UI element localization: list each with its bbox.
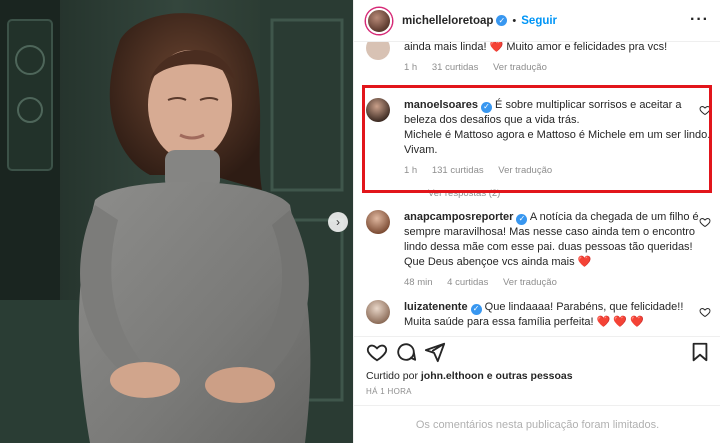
comment-time: 1 h: [404, 165, 418, 176]
comment-item: anapcamposreporter ✓ A notícia da chegada…: [366, 210, 711, 290]
commenter-username[interactable]: manoelsoares: [404, 99, 478, 111]
commenter-avatar[interactable]: [366, 98, 390, 122]
comment-meta: 48 min 4 curtidas Ver tradução: [404, 275, 712, 290]
translate-link[interactable]: Ver tradução: [503, 277, 557, 288]
more-horizontal-icon[interactable]: ···: [690, 12, 709, 28]
comment-time: 48 min: [404, 277, 433, 288]
translate-link[interactable]: Ver tradução: [493, 62, 547, 73]
likes-prefix: Curtido por: [366, 370, 421, 382]
commenter-avatar[interactable]: [366, 210, 390, 234]
share-icon[interactable]: [424, 341, 446, 363]
post-image: [0, 0, 353, 443]
chevron-right-icon: ›: [336, 215, 340, 229]
heart-emoji: ❤️: [577, 256, 592, 268]
comment-item: manoelsoares ✓ É sobre multiplicar sorris…: [366, 98, 712, 201]
post-header: michelleloretoap ✓ • Seguir ···: [354, 0, 720, 42]
comment-text: luizatenente ✓ Que lindaaaa! Parabéns, qu…: [404, 300, 712, 330]
carousel-next-button[interactable]: ›: [328, 212, 348, 232]
verified-badge-icon: ✓: [516, 213, 528, 225]
post-side-panel: michelleloretoap ✓ • Seguir ··· ainda ma…: [353, 0, 720, 443]
comments-limited-notice: Os comentários nesta publicação foram li…: [354, 405, 720, 443]
action-bar: [354, 336, 720, 366]
like-comment-heart-icon[interactable]: [699, 306, 711, 318]
post-timestamp: HÁ 1 HORA: [366, 387, 412, 396]
header-separator: •: [512, 14, 517, 27]
comments-list[interactable]: ainda mais linda! ❤️ Muito amor e felici…: [354, 42, 720, 336]
comment-time: 1 h: [404, 62, 418, 73]
heart-icon[interactable]: [366, 341, 388, 363]
comment-meta: 1 h 31 curtidas Ver tradução: [404, 60, 712, 75]
verified-badge-icon: ✓: [480, 101, 492, 113]
heart-emoji: ❤️ ❤️ ❤️: [596, 316, 644, 328]
comment-item: luizatenente ✓ Que lindaaaa! Parabéns, qu…: [366, 300, 711, 336]
likes-summary: Curtido por john.elthoon e outras pessoa…: [366, 370, 573, 382]
like-comment-heart-icon[interactable]: [699, 216, 711, 228]
comment-text: ainda mais linda! ❤️ Muito amor e felici…: [404, 42, 712, 75]
comment-text-part: ainda mais linda!: [404, 42, 490, 53]
view-replies-label[interactable]: Ver respostas (2): [428, 188, 500, 199]
translate-link[interactable]: Ver tradução: [498, 165, 552, 176]
comment-body-line2: Michele é Mattoso agora e Mattoso é Mich…: [404, 129, 711, 156]
comment-icon[interactable]: [395, 341, 417, 363]
likes-user[interactable]: john.elthoon: [421, 370, 484, 382]
verified-badge-icon: ✓: [470, 303, 482, 315]
verified-badge-icon: ✓: [496, 15, 508, 26]
commenter-username[interactable]: anapcamposreporter: [404, 211, 513, 223]
comment-likes[interactable]: 131 curtidas: [432, 165, 484, 176]
comment-likes[interactable]: 4 curtidas: [447, 277, 488, 288]
like-comment-heart-icon[interactable]: [699, 104, 711, 116]
commenter-avatar[interactable]: [366, 300, 390, 324]
commenter-username[interactable]: luizatenente: [404, 301, 468, 313]
comment-text-part: Muito amor e felicidades pra vcs!: [503, 42, 668, 53]
post-photo[interactable]: ›: [0, 0, 353, 443]
comment-item: ainda mais linda! ❤️ Muito amor e felici…: [366, 42, 711, 80]
follow-button[interactable]: Seguir: [521, 15, 557, 27]
bookmark-icon[interactable]: [689, 341, 711, 363]
comment-text: manoelsoares ✓ É sobre multiplicar sorris…: [404, 98, 712, 201]
comment-text: anapcamposreporter ✓ A notícia da chegada…: [404, 210, 712, 290]
likes-suffix[interactable]: e outras pessoas: [484, 370, 573, 382]
heart-emoji: ❤️: [489, 42, 504, 53]
comment-meta: 1 h 131 curtidas Ver tradução: [404, 163, 712, 178]
author-username[interactable]: michelleloretoap: [402, 15, 493, 27]
view-replies[interactable]: Ver respostas (2): [428, 186, 712, 201]
comment-likes[interactable]: 31 curtidas: [432, 62, 478, 73]
commenter-avatar[interactable]: [366, 42, 390, 60]
author-avatar[interactable]: [366, 7, 392, 34]
